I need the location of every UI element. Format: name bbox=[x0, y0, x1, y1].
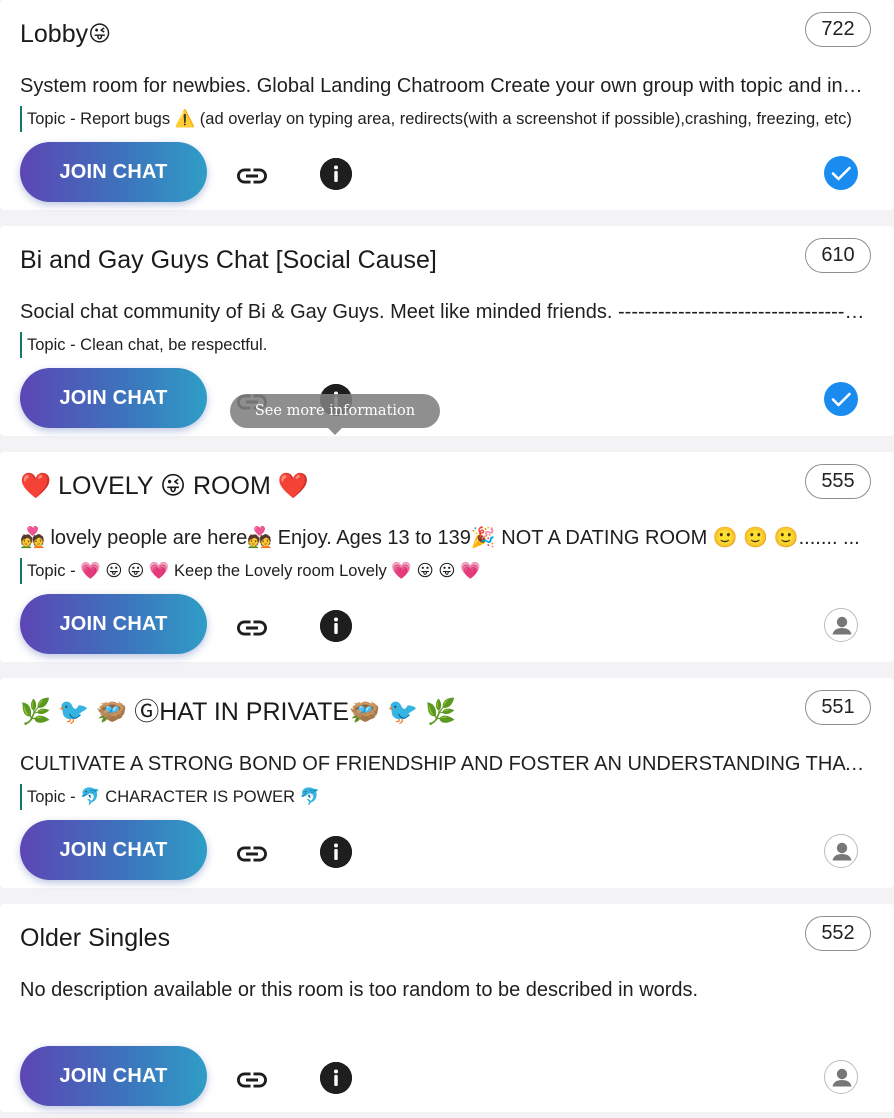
room-title-text: Lobby bbox=[20, 20, 89, 48]
tooltip-text: See more information bbox=[254, 403, 416, 419]
tooltip-arrow bbox=[328, 428, 342, 435]
online-count-badge: 551 bbox=[805, 690, 871, 725]
link-icon[interactable] bbox=[234, 836, 270, 872]
room-card: 🌿 🐦 🪺 ⒼHAT IN PRIVATE🪺 🐦 🌿 551 CULTIVATE… bbox=[0, 678, 894, 888]
info-icon[interactable] bbox=[320, 158, 352, 190]
room-title[interactable]: Bi and Gay Guys Chat [Social Cause] bbox=[20, 242, 437, 278]
room-description: 💑 lovely people are here💑 Enjoy. Ages 13… bbox=[20, 527, 860, 549]
room-description: CULTIVATE A STRONG BOND OF FRIENDSHIP AN… bbox=[20, 753, 870, 775]
owner-avatar-icon[interactable] bbox=[824, 834, 858, 868]
online-count-badge: 722 bbox=[805, 12, 871, 47]
room-card: ❤️ LOVELY 😜 ROOM ❤️ 555 💑 lovely people … bbox=[0, 452, 894, 662]
room-description: Social chat community of Bi & Gay Guys. … bbox=[20, 301, 870, 323]
room-title[interactable]: Lobby😜 bbox=[20, 16, 111, 52]
room-title-text: ❤️ LOVELY 😜 ROOM ❤️ bbox=[20, 472, 309, 500]
room-card: Lobby😜 722 System room for newbies. Glob… bbox=[0, 0, 894, 210]
link-icon[interactable] bbox=[234, 1062, 270, 1098]
join-chat-button[interactable]: JOIN CHAT bbox=[20, 820, 207, 880]
room-card: Older Singles 552 No description availab… bbox=[0, 904, 894, 1112]
info-icon[interactable] bbox=[320, 1062, 352, 1094]
owner-avatar-icon[interactable] bbox=[824, 608, 858, 642]
room-title[interactable]: 🌿 🐦 🪺 ⒼHAT IN PRIVATE🪺 🐦 🌿 bbox=[20, 694, 456, 730]
room-description: No description available or this room is… bbox=[20, 979, 699, 1001]
room-topic: Topic - Report bugs ⚠️ (ad overlay on ty… bbox=[20, 106, 870, 132]
online-count-badge: 552 bbox=[805, 916, 871, 951]
room-title-text: 🌿 🐦 🪺 ⒼHAT IN PRIVATE🪺 🐦 🌿 bbox=[20, 698, 457, 726]
verified-check-icon bbox=[824, 382, 858, 416]
room-card: Bi and Gay Guys Chat [Social Cause] 610 … bbox=[0, 226, 894, 436]
online-count-badge: 610 bbox=[805, 238, 871, 273]
room-description: System room for newbies. Global Landing … bbox=[20, 75, 870, 97]
title-emoji: 😜 bbox=[88, 21, 112, 46]
room-title-text: Older Singles bbox=[20, 924, 171, 952]
info-icon[interactable] bbox=[320, 836, 352, 868]
room-topic: Topic - 🐬 CHARACTER IS POWER 🐬 bbox=[20, 784, 870, 810]
room-topic: Topic - Clean chat, be respectful. bbox=[20, 332, 870, 358]
join-chat-button[interactable]: JOIN CHAT bbox=[20, 368, 207, 428]
room-list: Lobby😜 722 System room for newbies. Glob… bbox=[0, 0, 894, 1112]
link-icon[interactable] bbox=[234, 158, 270, 194]
owner-avatar-icon[interactable] bbox=[824, 1060, 858, 1094]
verified-check-icon bbox=[824, 156, 858, 190]
join-chat-button[interactable]: JOIN CHAT bbox=[20, 142, 207, 202]
room-topic: Topic - 💗 😛 😛 💗 Keep the Lovely room Lov… bbox=[20, 558, 870, 584]
info-tooltip: See more information bbox=[230, 394, 440, 435]
join-chat-button[interactable]: JOIN CHAT bbox=[20, 1046, 207, 1106]
online-count-badge: 555 bbox=[805, 464, 871, 499]
room-title-text: Bi and Gay Guys Chat [Social Cause] bbox=[20, 246, 437, 274]
room-title[interactable]: Older Singles bbox=[20, 920, 170, 956]
info-icon[interactable] bbox=[320, 610, 352, 642]
link-icon[interactable] bbox=[234, 610, 270, 646]
room-title[interactable]: ❤️ LOVELY 😜 ROOM ❤️ bbox=[20, 468, 309, 504]
join-chat-button[interactable]: JOIN CHAT bbox=[20, 594, 207, 654]
